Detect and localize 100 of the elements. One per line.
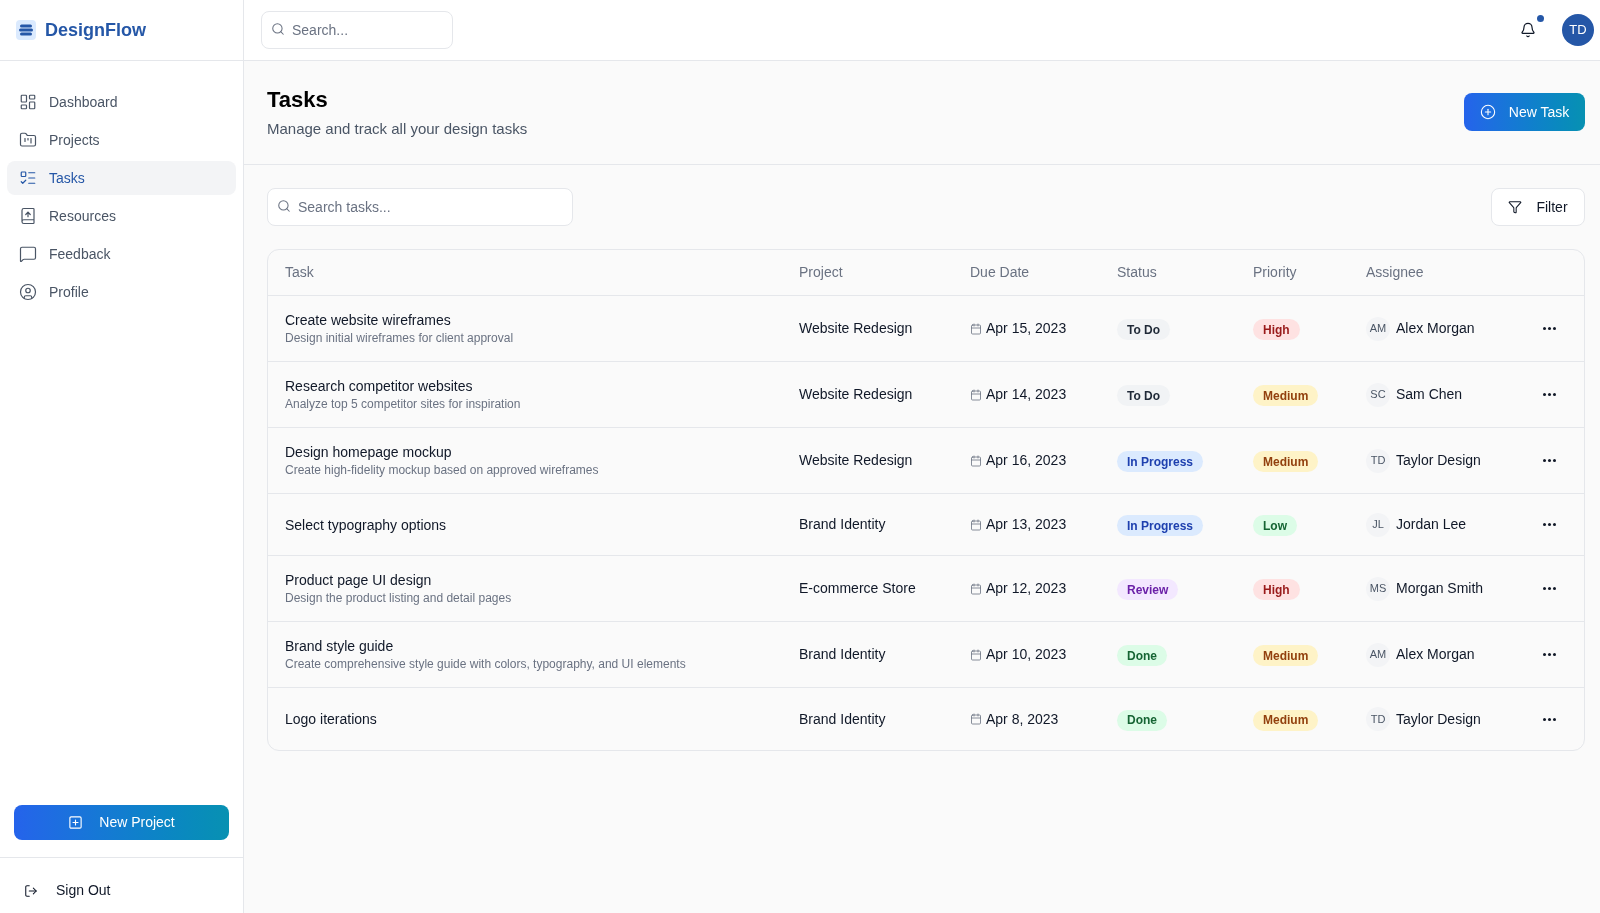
funnel-icon [1508, 200, 1523, 214]
task-description: Design initial wireframes for client approval [285, 330, 515, 346]
status-tag: To Do [1117, 319, 1171, 340]
user-circle-icon [19, 283, 37, 301]
priority-tag: Medium [1253, 385, 1319, 406]
filter-button[interactable]: Filter [1491, 188, 1585, 226]
search-icon [277, 199, 291, 213]
project-cell-text: Website Redesign [799, 385, 914, 404]
task-search-field[interactable]: Search tasks... [267, 188, 573, 226]
calendar-icon [970, 518, 982, 531]
sidebar-nav-item[interactable]: Feedback [7, 237, 236, 271]
search-field[interactable]: Search... [261, 11, 453, 49]
assignee-name: Taylor Design [1396, 451, 1481, 470]
sidebar-nav-item[interactable]: Tasks [7, 161, 236, 195]
calendar-icon [970, 713, 982, 725]
project-cell-text: E-commerce Store [799, 579, 917, 598]
search-icon [271, 22, 285, 36]
assignee-avatar: SC [1366, 382, 1390, 407]
project-cell-text: Website Redesign [799, 451, 914, 470]
calendar-icon [970, 322, 982, 335]
checklist-icon [19, 169, 37, 187]
ellipsis-icon [1542, 717, 1556, 721]
dashboard-icon [19, 93, 37, 111]
plus-square-icon [68, 815, 84, 830]
ellipsis-icon [1542, 459, 1556, 462]
task-description: Create comprehensive style guide with colors, typography, and UI elements [285, 656, 687, 672]
stacked-layers-logo-icon [16, 20, 36, 40]
column-header: Task [285, 263, 315, 282]
assignee-name: Sam Chen [1396, 385, 1463, 404]
assignee-name: Morgan Smith [1396, 579, 1484, 598]
assignee-avatar: TD [1366, 448, 1390, 473]
assignee-avatar: AM [1366, 642, 1390, 667]
column-header: Project [799, 263, 844, 282]
due-date-cell-text: Apr 13, 2023 [986, 515, 1067, 534]
due-date-cell-text: Apr 15, 2023 [986, 319, 1067, 338]
calendar-icon [970, 582, 982, 595]
plus-circle-icon [1479, 104, 1496, 120]
user-avatar[interactable]: TD [1562, 14, 1594, 46]
task-title: Design homepage mockup [285, 443, 453, 461]
bell-icon [1520, 22, 1536, 38]
assignee-name: Alex Morgan [1396, 319, 1475, 338]
ellipsis-icon [1542, 327, 1556, 330]
status-tag: In Progress [1117, 451, 1204, 472]
sign-out-icon [24, 883, 38, 898]
sidebar-nav-item[interactable]: Dashboard [7, 85, 236, 119]
project-cell-text: Website Redesign [799, 319, 914, 338]
priority-tag: Low [1253, 515, 1297, 536]
chat-bubble-icon [19, 245, 37, 263]
calendar-icon [970, 454, 982, 467]
status-tag: To Do [1117, 385, 1171, 406]
due-date-cell-text: Apr 10, 2023 [986, 645, 1067, 664]
status-tag: Review [1117, 579, 1179, 600]
assignee-name: Alex Morgan [1396, 645, 1475, 664]
project-cell-text: Brand Identity [799, 645, 887, 664]
notifications-button[interactable] [1518, 20, 1538, 40]
brand-name: DesignFlow [45, 18, 146, 42]
due-date-cell-text: Apr 8, 2023 [986, 709, 1059, 729]
sign-out-button[interactable]: Sign Out [18, 880, 117, 901]
calendar-icon [970, 648, 982, 661]
due-date-cell-text: Apr 14, 2023 [986, 385, 1067, 404]
ellipsis-icon [1542, 653, 1556, 656]
task-title: Brand style guide [285, 637, 395, 655]
assignee-avatar: MS [1366, 576, 1390, 601]
column-header: Priority [1253, 263, 1298, 282]
ellipsis-icon [1542, 523, 1556, 526]
task-description: Design the product listing and detail pages [285, 590, 513, 606]
priority-tag: High [1253, 579, 1300, 600]
column-header: Due Date [970, 263, 1031, 282]
ellipsis-icon [1542, 393, 1556, 396]
ellipsis-icon [1542, 587, 1556, 590]
priority-tag: Medium [1253, 709, 1319, 731]
new-project-button[interactable]: New Project [14, 805, 229, 840]
task-title: Research competitor websites [285, 377, 474, 395]
task-description: Create high-fidelity mockup based on approved wireframes [285, 462, 600, 478]
new-task-button[interactable]: New Task [1464, 93, 1585, 131]
sidebar-nav-item[interactable]: Resources [7, 199, 236, 233]
column-header: Assignee [1366, 263, 1425, 282]
task-title: Product page UI design [285, 571, 433, 589]
assignee-avatar: AM [1366, 316, 1390, 341]
priority-tag: Medium [1253, 451, 1319, 472]
sidebar-nav-item[interactable]: Profile [7, 275, 236, 309]
page-subtitle: Manage and track all your design tasks [267, 119, 528, 139]
assignee-avatar: JL [1366, 512, 1390, 537]
task-title: Select typography options [285, 515, 448, 534]
folder-icon [19, 131, 37, 149]
task-title: Logo iterations [285, 710, 378, 728]
project-cell-text: Brand Identity [799, 515, 887, 534]
page-title: Tasks [267, 86, 329, 114]
sidebar-nav-item[interactable]: Projects [7, 123, 236, 157]
due-date-cell-text: Apr 12, 2023 [986, 579, 1067, 598]
priority-tag: High [1253, 319, 1300, 340]
status-tag: In Progress [1117, 515, 1204, 536]
task-description: Analyze top 5 competitor sites for inspiration [285, 396, 522, 412]
book-upload-icon [19, 207, 37, 225]
priority-tag: Medium [1253, 645, 1319, 666]
project-cell-text: Brand Identity [799, 709, 887, 729]
status-tag: Done [1117, 709, 1167, 731]
assignee-avatar: TD [1366, 707, 1390, 731]
assignee-name: Jordan Lee [1396, 515, 1467, 534]
calendar-icon [970, 388, 982, 401]
